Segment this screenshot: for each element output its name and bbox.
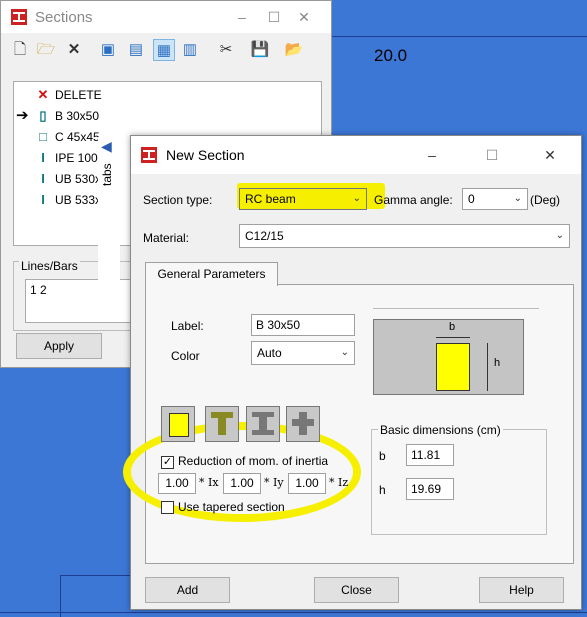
label-input[interactable]: B 30x50 bbox=[251, 314, 355, 336]
rect-shape-icon bbox=[169, 413, 189, 437]
new-icon[interactable]: 🗋 bbox=[9, 39, 31, 61]
i-shape-button[interactable] bbox=[246, 406, 280, 442]
view-3-icon[interactable]: ▦ bbox=[153, 39, 175, 61]
b-label: b bbox=[379, 449, 386, 463]
list-item[interactable]: ➔ ▯ B 30x50 bbox=[14, 106, 314, 126]
structure-line bbox=[60, 575, 140, 576]
dimensions-title: Basic dimensions (cm) bbox=[378, 423, 503, 437]
t-shape-button[interactable] bbox=[205, 406, 239, 442]
iz-input[interactable]: 1.00 bbox=[288, 473, 326, 494]
sections-titlebar: Sections – ☐ ✕ bbox=[1, 1, 331, 33]
table-icon[interactable]: ▥ bbox=[179, 39, 201, 61]
help-button[interactable]: Help bbox=[479, 577, 564, 603]
ruler-value: 20.0 bbox=[374, 46, 408, 65]
arrow-left-icon[interactable]: ◀ bbox=[101, 138, 112, 155]
tapered-checkbox[interactable] bbox=[161, 501, 174, 514]
h-input[interactable]: 19.69 bbox=[406, 478, 454, 500]
material-label: Material: bbox=[143, 231, 190, 245]
folder-new-icon[interactable]: 📂 bbox=[283, 39, 305, 61]
apply-button[interactable]: Apply bbox=[16, 333, 102, 359]
chevron-down-icon: ⌄ bbox=[513, 193, 522, 204]
tabs-strip[interactable] bbox=[98, 137, 120, 285]
b-dimension-line bbox=[436, 337, 470, 338]
reduction-checkbox[interactable]: ✓ bbox=[161, 456, 174, 469]
minimize-icon[interactable]: – bbox=[421, 145, 443, 165]
gamma-label: Gamma angle: bbox=[374, 193, 453, 207]
chevron-down-icon: ⌄ bbox=[555, 230, 564, 241]
material-select[interactable]: C12/15 ⌄ bbox=[239, 224, 570, 248]
preview-divider bbox=[373, 308, 539, 309]
close-icon[interactable]: ✕ bbox=[539, 145, 561, 165]
save-icon[interactable]: 💾 bbox=[249, 39, 271, 61]
square-icon: □ bbox=[39, 129, 47, 144]
tab-general-parameters[interactable]: General Parameters bbox=[145, 262, 278, 286]
dimensions-group bbox=[371, 429, 547, 535]
gamma-select[interactable]: 0 ⌄ bbox=[462, 188, 528, 210]
lines-bars-label: Lines/Bars bbox=[19, 259, 80, 273]
color-label: Color bbox=[171, 349, 200, 363]
dialog-titlebar: New Section – ☐ ✕ bbox=[131, 136, 581, 174]
rect-icon: ▯ bbox=[39, 108, 47, 123]
new-section-dialog: New Section – ☐ ✕ Section type: RC beam … bbox=[123, 135, 582, 610]
chevron-down-icon: ⌄ bbox=[340, 347, 349, 358]
structure-line bbox=[60, 575, 61, 617]
open-folder-icon[interactable]: 🗁 bbox=[35, 39, 57, 61]
label-label: Label: bbox=[171, 319, 204, 333]
preview-b-label: b bbox=[449, 321, 456, 333]
preview-h-label: h bbox=[494, 357, 501, 369]
ruler-line bbox=[332, 36, 587, 37]
sections-toolbar: 🗋 🗁 ✕ ▣ ▤ ▦ ▥ ✂ 💾 📂 bbox=[7, 39, 327, 63]
delete-x-icon: ✕ bbox=[37, 87, 49, 102]
h-label: h bbox=[379, 483, 386, 497]
minimize-icon[interactable]: – bbox=[231, 7, 253, 27]
gamma-unit: (Deg) bbox=[530, 193, 561, 207]
rc-section-shape bbox=[436, 343, 470, 391]
structure-line bbox=[0, 612, 587, 613]
section-type-select[interactable]: RC beam ⌄ bbox=[239, 188, 367, 210]
i-beam-icon: I bbox=[41, 150, 45, 165]
i-beam-icon: I bbox=[41, 171, 45, 186]
tabs-label: tabs bbox=[100, 163, 114, 186]
current-arrow-icon: ➔ bbox=[16, 107, 29, 124]
delete-x-icon[interactable]: ✕ bbox=[63, 39, 85, 61]
view-1-icon[interactable]: ▣ bbox=[97, 39, 119, 61]
sections-title: Sections bbox=[35, 9, 93, 26]
tapered-label: Use tapered section bbox=[178, 500, 285, 514]
iy-label: * Iy bbox=[264, 476, 284, 489]
iy-input[interactable]: 1.00 bbox=[223, 473, 261, 494]
chevron-down-icon: ⌄ bbox=[352, 193, 361, 204]
iz-label: * Iz bbox=[329, 476, 349, 489]
close-button[interactable]: Close bbox=[314, 577, 399, 603]
lines-bars-input[interactable]: 1 2 bbox=[25, 279, 136, 323]
ibeam-app-icon bbox=[141, 147, 157, 163]
cross-shape-button[interactable] bbox=[286, 406, 320, 442]
section-preview: b h bbox=[373, 319, 524, 395]
view-2-icon[interactable]: ▤ bbox=[125, 39, 147, 61]
dialog-title: New Section bbox=[166, 147, 245, 163]
close-icon[interactable]: ✕ bbox=[293, 7, 315, 27]
h-dimension-line bbox=[487, 343, 488, 391]
ix-label: * Ix bbox=[199, 476, 219, 489]
add-button[interactable]: Add bbox=[145, 577, 230, 603]
b-input[interactable]: 11.81 bbox=[406, 444, 454, 466]
maximize-icon[interactable]: ☐ bbox=[481, 145, 503, 165]
maximize-icon[interactable]: ☐ bbox=[263, 7, 285, 27]
rect-shape-button[interactable] bbox=[161, 406, 195, 442]
i-beam-icon: I bbox=[41, 192, 45, 207]
list-item[interactable]: ✕ DELETE bbox=[14, 85, 314, 105]
ibeam-app-icon bbox=[11, 9, 27, 25]
reduction-label: Reduction of mom. of inertia bbox=[178, 454, 329, 468]
ix-input[interactable]: 1.00 bbox=[158, 473, 196, 494]
section-type-label: Section type: bbox=[143, 193, 213, 207]
color-select[interactable]: Auto ⌄ bbox=[251, 341, 355, 365]
cut-icon[interactable]: ✂ bbox=[215, 39, 237, 61]
